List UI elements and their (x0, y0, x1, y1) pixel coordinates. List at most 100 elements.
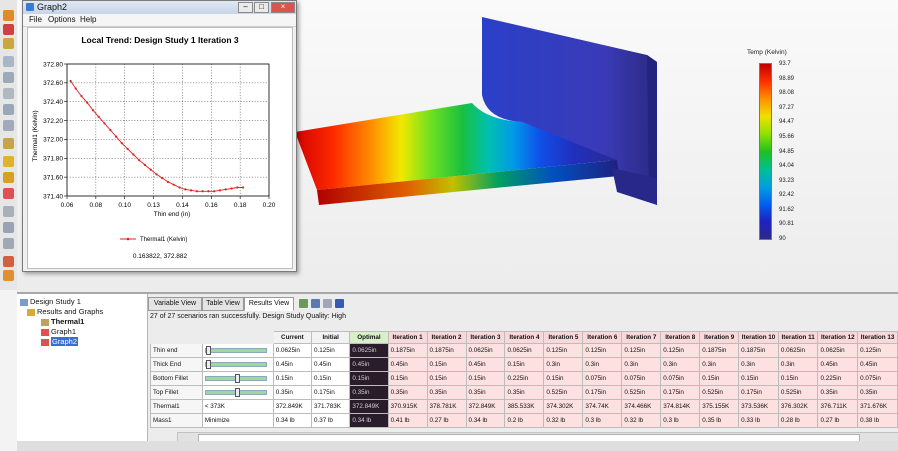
table-cell: 374.302K (543, 399, 584, 414)
legend-tick-label: 94.04 (779, 163, 795, 170)
table-cell: 0.35in (465, 385, 506, 400)
table-icon[interactable] (3, 188, 14, 199)
tree-item-thermal1[interactable]: Thermal1 (41, 317, 84, 326)
variable-slider[interactable] (201, 385, 274, 400)
table-cell: 0.3in (621, 357, 662, 372)
maximize-button[interactable]: □ (254, 2, 269, 13)
data-point (132, 153, 135, 156)
table-cell: 0.075in (857, 371, 898, 386)
legend-color-bar (759, 63, 772, 240)
fixture-icon[interactable] (3, 120, 14, 131)
close-button[interactable]: × (271, 2, 295, 13)
feature-icon[interactable] (3, 56, 14, 67)
chart-title: Local Trend: Design Study 1 Iteration 3 (81, 35, 239, 45)
y-tick-label: 372.80 (43, 61, 63, 68)
slider-track[interactable] (204, 360, 267, 369)
x-tick-label: 0.08 (90, 202, 103, 209)
slider-knob[interactable] (205, 346, 211, 355)
data-point (126, 147, 129, 150)
table-cell: 374.74K (582, 399, 623, 414)
graph-icon (41, 338, 49, 346)
slider-knob[interactable] (234, 374, 240, 383)
data-point (184, 188, 187, 191)
option-icon[interactable] (3, 206, 14, 217)
minimize-button[interactable]: – (238, 2, 253, 13)
tree-results-group[interactable]: Results and Graphs (27, 307, 103, 316)
sketch-icon[interactable] (3, 72, 14, 83)
data-point (218, 189, 222, 192)
table-cell: 0.32 lb (621, 413, 662, 428)
menu-file[interactable]: File (29, 15, 42, 24)
study-icon[interactable] (3, 24, 14, 35)
table-cell: 0.075in (621, 371, 662, 386)
slider-knob[interactable] (205, 360, 211, 369)
report-icon[interactable] (3, 256, 14, 267)
table-cell: 0.37 lb (311, 413, 351, 428)
mesh-icon[interactable] (3, 104, 14, 115)
row-label: Bottom Fillet (150, 371, 203, 386)
header-iteration-8: Iteration 8 (660, 331, 701, 344)
results-table: Current Initial Optimal Iteration 1 Iter… (150, 331, 898, 428)
results-icon[interactable] (3, 156, 14, 167)
legend-tick-label: 94.85 (779, 148, 795, 155)
measure-icon[interactable] (3, 238, 14, 249)
x-tick-label: 0.13 (147, 202, 160, 209)
table-cell: 0.1875in (387, 343, 428, 358)
constraint-cell[interactable]: < 373K (201, 399, 274, 414)
variable-slider[interactable] (201, 357, 274, 372)
tree-item-graph1[interactable]: Graph1 (41, 327, 76, 336)
table-cell: 0.32 lb (543, 413, 584, 428)
refresh-icon[interactable] (323, 299, 332, 308)
legend-marker (126, 237, 130, 241)
part-icon[interactable] (3, 38, 14, 49)
graph-window[interactable]: Graph2 – □ × File Options Help Local Tre… (22, 0, 297, 272)
constraint-cell[interactable]: Minimize (201, 413, 274, 428)
run-icon[interactable] (299, 299, 308, 308)
plane-icon[interactable] (3, 88, 14, 99)
table-cell: 370.915K (387, 399, 428, 414)
header-optimal: Optimal (349, 331, 389, 344)
slider-track[interactable] (204, 374, 267, 383)
tab-table-view[interactable]: Table View (202, 297, 244, 311)
table-cell: 0.3in (699, 357, 740, 372)
bottom-status-strip (17, 441, 898, 451)
table-cell: 0.27 lb (817, 413, 859, 428)
table-cell: 0.35in (349, 385, 389, 400)
data-point (114, 135, 118, 138)
tree-item-graph2[interactable]: Graph2 (41, 337, 79, 346)
sensor-icon[interactable] (3, 270, 14, 281)
options-icon[interactable] (311, 299, 320, 308)
legend-tick-label: 97.27 (779, 104, 795, 111)
data-point (172, 183, 175, 186)
variable-slider[interactable] (201, 371, 274, 386)
save-icon[interactable] (335, 299, 344, 308)
simulation-icon[interactable] (3, 10, 14, 21)
table-cell: 0.3in (582, 357, 623, 372)
slider-track[interactable] (204, 346, 267, 355)
row-label: Thin end (150, 343, 203, 358)
table-cell: 0.45in (465, 357, 506, 372)
legend-tick-label: 91.62 (779, 206, 795, 213)
cursor-readout: 0.163822, 372.882 (133, 253, 188, 260)
menu-help[interactable]: Help (80, 15, 96, 24)
data-point (149, 168, 152, 171)
menu-options[interactable]: Options (48, 15, 76, 24)
variable-slider[interactable] (201, 343, 274, 358)
data-point (230, 187, 233, 190)
slider-knob[interactable] (234, 388, 240, 397)
view-icon[interactable] (3, 222, 14, 233)
load-icon[interactable] (3, 138, 14, 149)
slider-track[interactable] (204, 388, 267, 397)
graph-titlebar[interactable]: Graph2 – □ × (23, 1, 296, 14)
tree-root[interactable]: Design Study 1 (20, 297, 81, 306)
header-current: Current (272, 331, 313, 344)
chart-icon[interactable] (3, 172, 14, 183)
table-cell: 0.0625in (777, 343, 819, 358)
tab-variable-view[interactable]: Variable View (148, 297, 202, 311)
table-cell: 0.15in (311, 371, 351, 386)
y-tick-label: 372.40 (43, 99, 63, 106)
table-cell: 0.15in (699, 371, 740, 386)
local-trend-chart: Local Trend: Design Study 1 Iteration 3 … (32, 35, 276, 260)
header-iteration-4: Iteration 4 (504, 331, 545, 344)
tab-results-view[interactable]: Results View (244, 297, 294, 311)
